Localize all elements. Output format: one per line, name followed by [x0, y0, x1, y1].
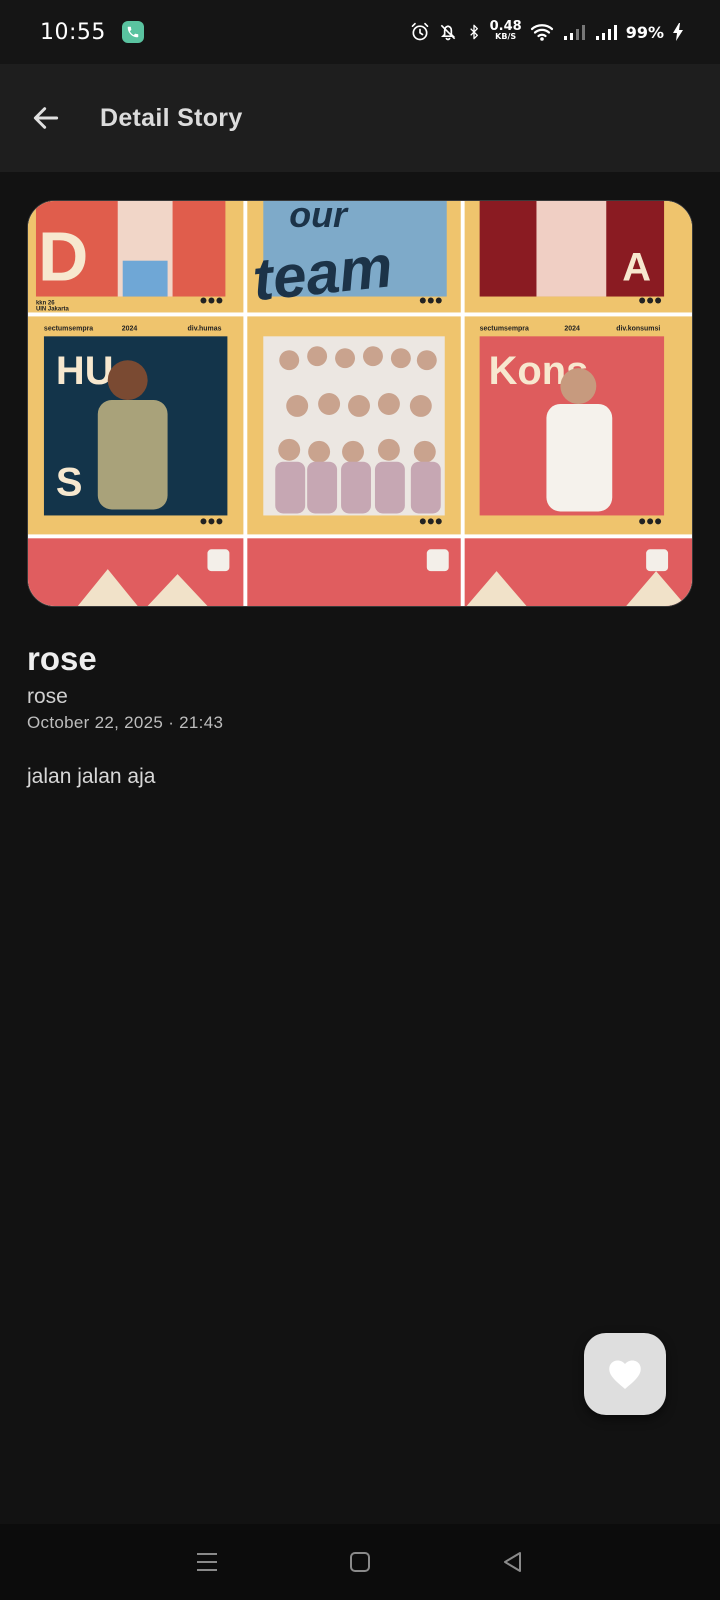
image-label-konsumsi: div.konsumsi — [616, 325, 660, 332]
arrow-back-icon — [33, 107, 59, 129]
wifi-icon — [530, 24, 553, 41]
screen: 10:55 0.48 KB/S 99% Detail Story D kkn 2… — [0, 0, 720, 1600]
status-time: 10:55 — [40, 19, 106, 45]
story-username: rose — [27, 685, 68, 708]
image-label-humas: div.humas — [188, 325, 222, 332]
image-letter-d: D — [38, 218, 88, 296]
image-label-year-1: 2024 — [122, 325, 138, 332]
alarm-icon — [411, 22, 428, 41]
story-image[interactable]: D kkn 26 UIN Jakarta our team A sectumse… — [27, 200, 693, 607]
back-triangle-icon — [504, 1552, 522, 1572]
story-photo: D kkn 26 UIN Jakarta our team A sectumse… — [28, 201, 692, 606]
home-icon — [349, 1552, 370, 1572]
recent-apps-button[interactable] — [177, 1532, 237, 1592]
back-button[interactable] — [20, 92, 72, 144]
image-text-our: our — [289, 201, 349, 235]
net-speed-value: 0.48 — [489, 19, 522, 34]
story-author-name: rose — [27, 640, 97, 677]
page-title: Detail Story — [100, 103, 243, 132]
signal-icon-2 — [595, 25, 617, 40]
system-back-button[interactable] — [483, 1532, 543, 1592]
like-button[interactable] — [584, 1333, 666, 1415]
signal-icon-1 — [563, 25, 585, 40]
charging-icon — [673, 23, 683, 41]
phone-call-icon — [121, 21, 144, 43]
app-bar: Detail Story — [0, 64, 720, 172]
bell-off-icon — [440, 24, 455, 41]
net-speed-unit: KB/S — [495, 32, 517, 41]
status-icons: 0.48 KB/S 99% — [410, 19, 684, 42]
menu-icon — [196, 1553, 217, 1571]
image-label-group-1: sectumsempra — [44, 325, 93, 332]
bluetooth-icon — [469, 24, 478, 40]
image-text-s: S — [56, 461, 83, 505]
image-label-uin-1: UIN Jakarta — [36, 306, 70, 312]
heart-icon — [609, 1360, 641, 1389]
status-bar: 10:55 0.48 KB/S 99% — [0, 0, 720, 64]
image-text-hu: HU — [56, 349, 114, 393]
system-nav-bar — [0, 1524, 720, 1600]
image-label-group-2: sectumsempra — [480, 325, 529, 332]
image-label-year-2: 2024 — [564, 325, 580, 332]
home-button[interactable] — [330, 1532, 390, 1592]
network-speed: 0.48 KB/S — [489, 19, 522, 42]
image-letter-a: A — [622, 246, 651, 290]
story-description: jalan jalan aja — [27, 765, 156, 788]
story-timestamp: October 22, 2025 · 21:43 — [27, 713, 224, 732]
battery-level: 99% — [625, 22, 664, 42]
